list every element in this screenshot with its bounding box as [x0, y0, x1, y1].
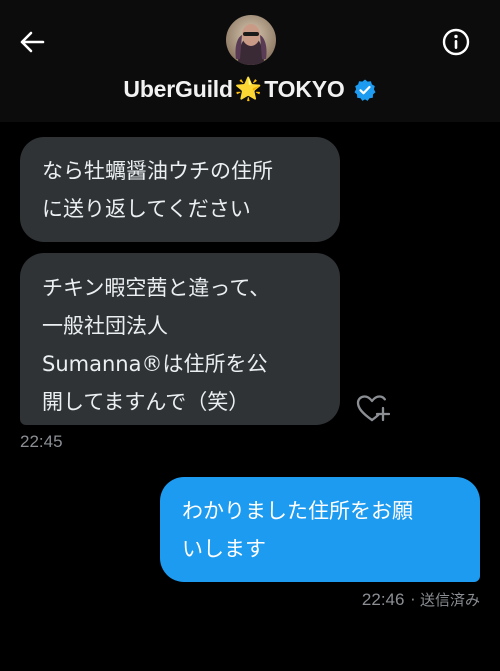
add-reaction-button[interactable]	[356, 394, 390, 424]
message-line: に送り返してください	[42, 197, 251, 221]
message-line: わかりました住所をお願	[182, 499, 413, 523]
message-line: 開してますんで（笑）	[42, 390, 250, 414]
verified-badge-icon	[354, 79, 376, 101]
conversation-title[interactable]: UberGuild 🌟 TOKYO	[0, 76, 500, 103]
message-timestamp: 22:46	[361, 590, 405, 609]
incoming-message[interactable]: チキン暇空茜と違って、 一般社団法人 Sumanna®は住所を公 開してますんで…	[20, 253, 340, 425]
title-suffix: TOKYO	[264, 76, 345, 102]
heart-plus-icon	[356, 395, 390, 422]
back-button[interactable]	[14, 24, 50, 60]
star-emoji: 🌟	[234, 77, 263, 102]
outgoing-message-meta: 22:46 · 送信済み	[362, 589, 480, 610]
info-icon	[442, 28, 470, 56]
outgoing-message[interactable]: わかりました住所をお願 いします	[160, 477, 480, 582]
delivery-status: · 送信済み	[410, 591, 480, 609]
conversation-header: UberGuild 🌟 TOKYO	[0, 0, 500, 122]
avatar-image	[226, 15, 276, 65]
title-prefix: UberGuild	[123, 76, 233, 102]
message-line: 一般社団法人	[42, 314, 168, 338]
avatar[interactable]	[226, 15, 276, 65]
message-line: チキン暇空茜と違って、	[42, 276, 271, 300]
message-line: なら牡蠣醤油ウチの住所	[42, 159, 273, 183]
message-timestamp: 22:45	[20, 432, 63, 451]
conversation-info-button[interactable]	[438, 24, 474, 60]
incoming-message[interactable]: なら牡蠣醤油ウチの住所 に送り返してください	[20, 137, 340, 242]
verified-badge	[353, 78, 377, 102]
message-line: いします	[182, 537, 266, 561]
message-line: Sumanna®は住所を公	[42, 352, 268, 376]
back-arrow-icon	[20, 31, 45, 53]
